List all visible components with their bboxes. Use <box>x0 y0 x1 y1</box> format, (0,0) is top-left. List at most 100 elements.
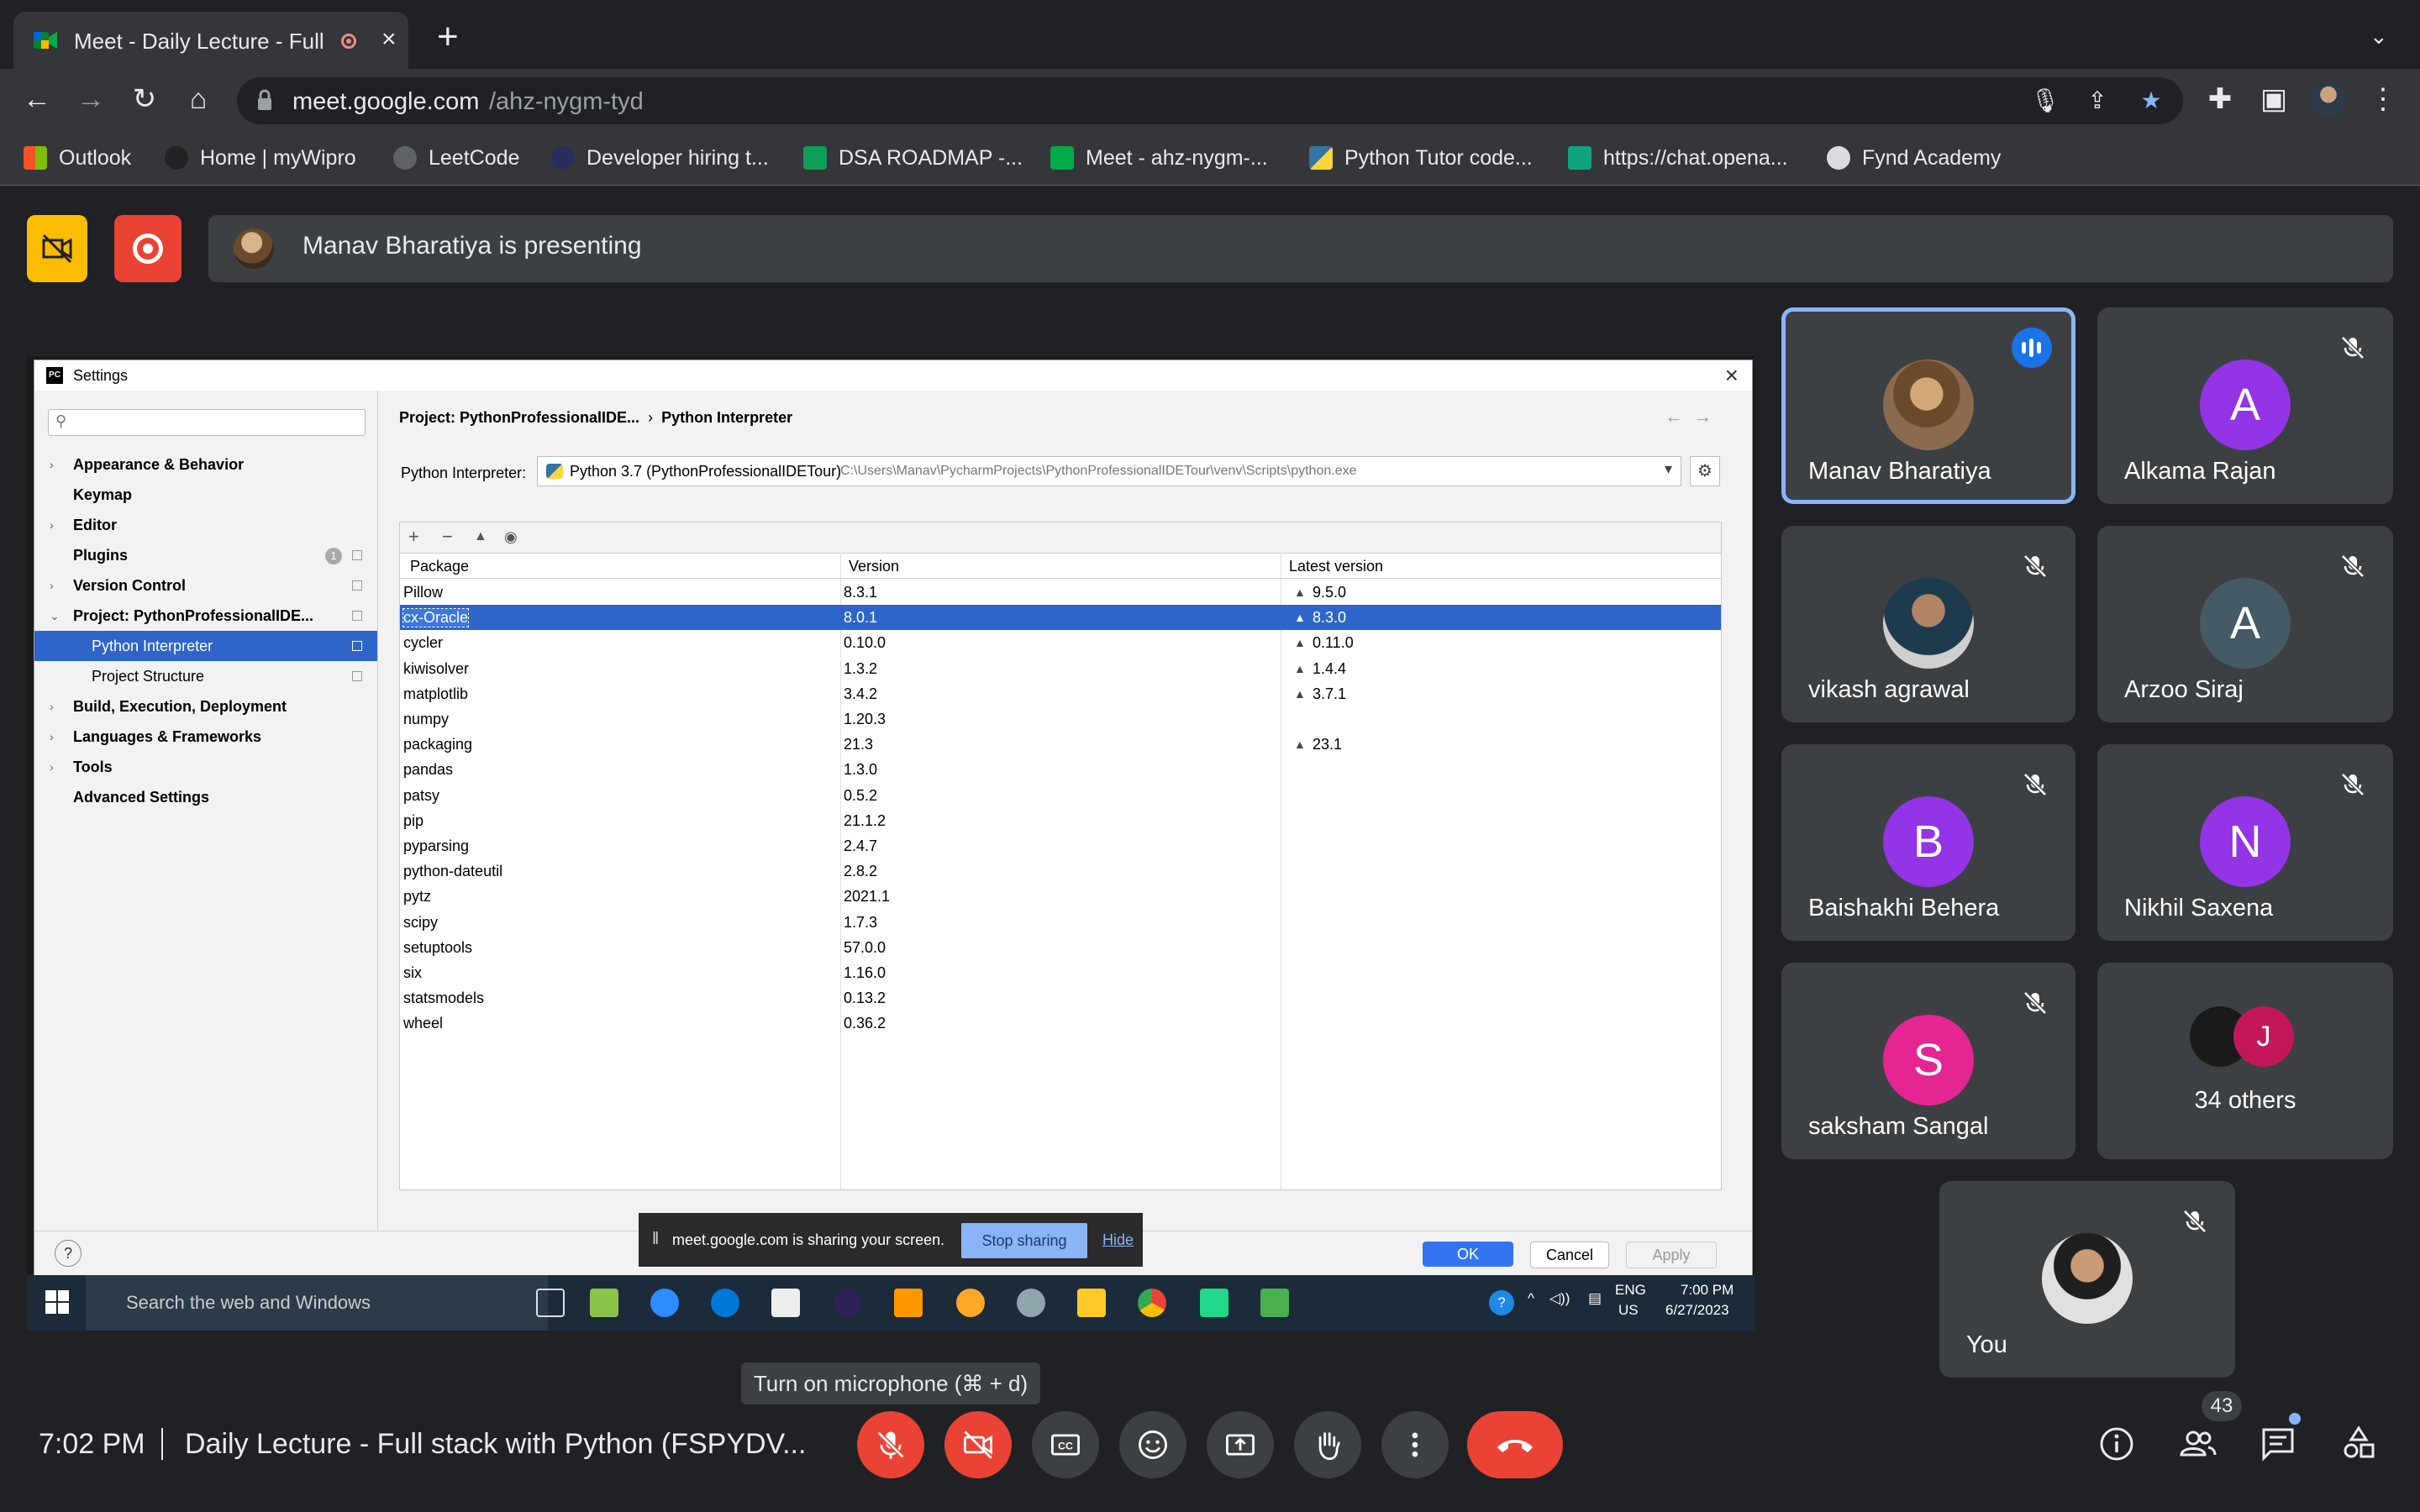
col-package[interactable]: Package <box>410 558 469 575</box>
bookmark-python-tutor[interactable]: Python Tutor code... <box>1309 144 1533 171</box>
remove-package-icon[interactable]: − <box>442 526 453 548</box>
interpreter-settings-gear-icon[interactable]: ⚙ <box>1690 456 1720 486</box>
package-row[interactable]: patsy 0.5.2 <box>400 783 1721 808</box>
participant-tile-nikhil[interactable]: N Nikhil Saxena <box>2097 744 2393 941</box>
tree-languages-frameworks[interactable]: › Languages & Frameworks <box>34 722 377 752</box>
bookmark-mywipro[interactable]: Home | myWipro <box>165 144 356 171</box>
package-row[interactable]: matplotlib 3.4.2 ▲ 3.7.1 <box>400 681 1721 706</box>
hide-link[interactable]: Hide <box>1102 1231 1134 1249</box>
tree-advanced-settings[interactable]: Advanced Settings <box>34 782 377 812</box>
sublime-icon[interactable] <box>894 1289 923 1317</box>
app-icon[interactable] <box>956 1289 985 1317</box>
tree-keymap[interactable]: Keymap <box>34 480 377 510</box>
zoom-icon[interactable] <box>650 1289 679 1317</box>
leave-call-button[interactable] <box>1467 1411 1563 1478</box>
ok-button[interactable]: OK <box>1423 1242 1513 1267</box>
forward-icon[interactable]: → <box>72 81 109 118</box>
participant-tile-arzoo[interactable]: A Arzoo Siraj <box>2097 526 2393 722</box>
tray-time[interactable]: 7:00 PM <box>1681 1282 1733 1299</box>
file-explorer-icon[interactable] <box>1077 1289 1106 1317</box>
package-row[interactable]: statsmodels 0.13.2 <box>400 985 1721 1011</box>
recording-button[interactable] <box>114 215 182 282</box>
package-row[interactable]: packaging 21.3 ▲ 23.1 <box>400 732 1721 757</box>
more-options-button[interactable] <box>1381 1411 1449 1478</box>
forward-arrow-icon[interactable]: → <box>1693 406 1712 427</box>
reactions-button[interactable] <box>1119 1411 1186 1478</box>
bookmark-fynd-academy[interactable]: Fynd Academy <box>1827 144 2001 171</box>
stop-sharing-button[interactable]: Stop sharing <box>961 1223 1087 1258</box>
bookmark-chat-openai[interactable]: https://chat.opena... <box>1568 144 1788 171</box>
eclipse-icon[interactable] <box>834 1289 862 1317</box>
microphone-toggle-button[interactable] <box>857 1411 924 1478</box>
bookmark-developer-hiring[interactable]: Developer hiring t... <box>551 144 769 171</box>
package-row[interactable]: scipy 1.7.3 <box>400 910 1721 935</box>
profile-avatar[interactable] <box>2311 82 2346 118</box>
home-icon[interactable]: ⌂ <box>180 81 217 118</box>
bookmark-leetcode[interactable]: LeetCode <box>393 144 519 171</box>
share-icon[interactable]: ⇪ <box>2082 86 2112 116</box>
col-version[interactable]: Version <box>849 558 899 575</box>
chat-icon[interactable] <box>2257 1423 2299 1465</box>
package-row[interactable]: pandas 1.3.0 <box>400 757 1721 782</box>
tree-tools[interactable]: › Tools <box>34 752 377 782</box>
tab-search-chevron-icon[interactable]: ⌄ <box>2370 24 2388 50</box>
participant-tile-alkama[interactable]: A Alkama Rajan <box>2097 307 2393 504</box>
col-latest-version[interactable]: Latest version <box>1289 558 1383 575</box>
windows-start-icon[interactable] <box>45 1290 69 1314</box>
package-row[interactable]: pyparsing 2.4.7 <box>400 833 1721 858</box>
reload-icon[interactable]: ↻ <box>126 81 163 118</box>
package-row[interactable]: python-dateutil 2.8.2 <box>400 858 1721 884</box>
apply-button[interactable]: Apply <box>1626 1242 1717 1268</box>
activities-icon[interactable] <box>2338 1423 2380 1465</box>
task-view-icon[interactable] <box>536 1289 565 1317</box>
drag-handle-icon[interactable]: ‖ <box>652 1230 659 1249</box>
side-panel-icon[interactable]: ▣ <box>2255 81 2292 118</box>
help-tray-icon[interactable]: ? <box>1489 1290 1514 1315</box>
address-bar[interactable]: meet.google.com /ahz-nygm-tyd 🎙 ⇪ ★ <box>237 77 2183 124</box>
browser-tab[interactable]: Meet - Daily Lecture - Full × <box>13 12 408 69</box>
participant-tile-saksham[interactable]: S saksham Sangal <box>1781 963 2075 1159</box>
bookmark-meet[interactable]: Meet - ahz-nygm-... <box>1050 144 1268 171</box>
bookmark-outlook[interactable]: Outlook <box>24 144 131 171</box>
package-row[interactable]: cycler 0.10.0 ▲ 0.11.0 <box>400 630 1721 655</box>
present-screen-button[interactable] <box>1207 1411 1274 1478</box>
microphone-icon[interactable]: 🎙 <box>2030 86 2060 116</box>
package-row[interactable]: pytz 2021.1 <box>400 884 1721 909</box>
show-early-releases-eye-icon[interactable]: ◉ <box>504 528 518 546</box>
package-row[interactable]: numpy 1.20.3 <box>400 706 1721 732</box>
package-row[interactable]: setuptools 57.0.0 <box>400 935 1721 960</box>
tree-appearance-behavior[interactable]: › Appearance & Behavior <box>34 449 377 480</box>
tree-python-interpreter[interactable]: Python Interpreter <box>34 631 377 661</box>
upgrade-package-icon[interactable]: ▲ <box>474 529 487 544</box>
raise-hand-button[interactable] <box>1294 1411 1361 1478</box>
camera-toggle-button[interactable] <box>944 1411 1012 1478</box>
package-row[interactable]: kiwisolver 1.3.2 ▲ 1.4.4 <box>400 656 1721 681</box>
meeting-info-icon[interactable] <box>2096 1423 2138 1465</box>
people-icon[interactable] <box>2176 1423 2218 1465</box>
browser-menu-icon[interactable]: ⋮ <box>2365 81 2402 118</box>
package-row[interactable]: wheel 0.36.2 <box>400 1011 1721 1036</box>
add-package-icon[interactable]: + <box>408 526 419 548</box>
tree-version-control[interactable]: › Version Control <box>34 570 377 601</box>
participant-tile-you[interactable]: You <box>1939 1181 2235 1378</box>
store-icon[interactable] <box>771 1289 800 1317</box>
bookmark-star-icon[interactable]: ★ <box>2136 86 2166 116</box>
breadcrumb-project[interactable]: Project: PythonProfessionalIDE... <box>399 409 639 426</box>
package-row[interactable]: cx-Oracle 8.0.1 ▲ 8.3.0 <box>400 605 1721 631</box>
tab-close-icon[interactable]: × <box>381 25 397 54</box>
participant-tile-manav[interactable]: Manav Bharatiya <box>1781 307 2075 504</box>
extensions-icon[interactable]: ✚ <box>2202 81 2238 118</box>
bookmark-dsa-roadmap[interactable]: DSA ROADMAP -... <box>803 144 1023 171</box>
back-icon[interactable]: ← <box>18 81 55 118</box>
edge-icon[interactable] <box>711 1289 739 1317</box>
camera-off-button[interactable] <box>27 215 87 282</box>
settings-search-input[interactable]: ⚲ <box>48 409 366 436</box>
notepad-icon[interactable] <box>1260 1289 1289 1317</box>
new-tab-icon[interactable]: + <box>437 18 459 55</box>
tree-editor[interactable]: › Editor <box>34 510 377 540</box>
participant-tile-vikash[interactable]: vikash agrawal <box>1781 526 2075 722</box>
captions-button[interactable]: CC <box>1032 1411 1099 1478</box>
interpreter-select[interactable]: Python 3.7 (PythonProfessionalIDETour) C… <box>537 456 1681 486</box>
package-row[interactable]: six 1.16.0 <box>400 960 1721 985</box>
notification-tray-icon[interactable]: ▤ <box>1588 1290 1602 1307</box>
